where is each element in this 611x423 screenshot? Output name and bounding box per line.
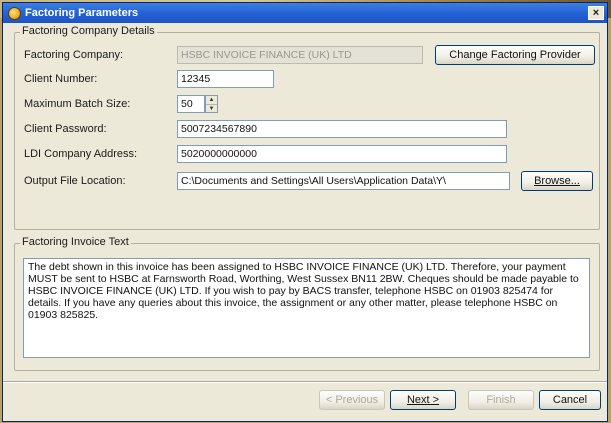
ldi-company-address-input[interactable]: 5020000000000 <box>177 145 507 163</box>
output-file-location-input[interactable]: C:\Documents and Settings\All Users\Appl… <box>177 172 510 190</box>
spin-up-icon[interactable]: ▲ <box>206 96 217 104</box>
browse-button-label: Browse... <box>534 175 580 187</box>
close-icon[interactable]: × <box>588 6 604 20</box>
company-details-group: Factoring Company Details Factoring Comp… <box>14 25 600 230</box>
invoice-text-legend: Factoring Invoice Text <box>20 236 131 248</box>
window-title: Factoring Parameters <box>25 7 139 19</box>
max-batch-size-stepper[interactable]: ▲ ▼ <box>205 95 218 113</box>
browse-button[interactable]: Browse... <box>521 171 593 191</box>
factoring-parameters-dialog: Factoring Parameters × Factoring Company… <box>2 2 608 422</box>
next-button[interactable]: Next > <box>390 390 456 410</box>
title-bar[interactable]: Factoring Parameters × <box>3 3 607 23</box>
finish-button[interactable]: Finish <box>468 390 534 410</box>
invoice-text-area[interactable]: The debt shown in this invoice has been … <box>23 258 590 358</box>
output-file-location-label: Output File Location: <box>24 175 126 187</box>
client-number-input[interactable]: 12345 <box>177 70 274 88</box>
cancel-button[interactable]: Cancel <box>539 390 601 410</box>
factoring-company-field: HSBC INVOICE FINANCE (UK) LTD <box>177 46 423 64</box>
app-icon <box>8 6 21 20</box>
company-details-legend: Factoring Company Details <box>20 25 157 37</box>
change-provider-button[interactable]: Change Factoring Provider <box>435 45 595 65</box>
next-button-label: Next > <box>406 394 440 406</box>
spin-down-icon[interactable]: ▼ <box>206 104 217 113</box>
invoice-text-group: Factoring Invoice Text The debt shown in… <box>14 236 600 371</box>
client-number-label: Client Number: <box>24 73 98 85</box>
client-password-input[interactable]: 5007234567890 <box>177 120 507 138</box>
ldi-company-address-label: LDI Company Address: <box>24 148 138 160</box>
previous-button[interactable]: < Previous <box>319 390 385 410</box>
max-batch-size-label: Maximum Batch Size: <box>24 98 131 110</box>
max-batch-size-input[interactable]: 50 <box>177 95 205 113</box>
factoring-company-label: Factoring Company: <box>24 49 124 61</box>
client-password-label: Client Password: <box>24 123 107 135</box>
footer-divider <box>3 381 607 383</box>
